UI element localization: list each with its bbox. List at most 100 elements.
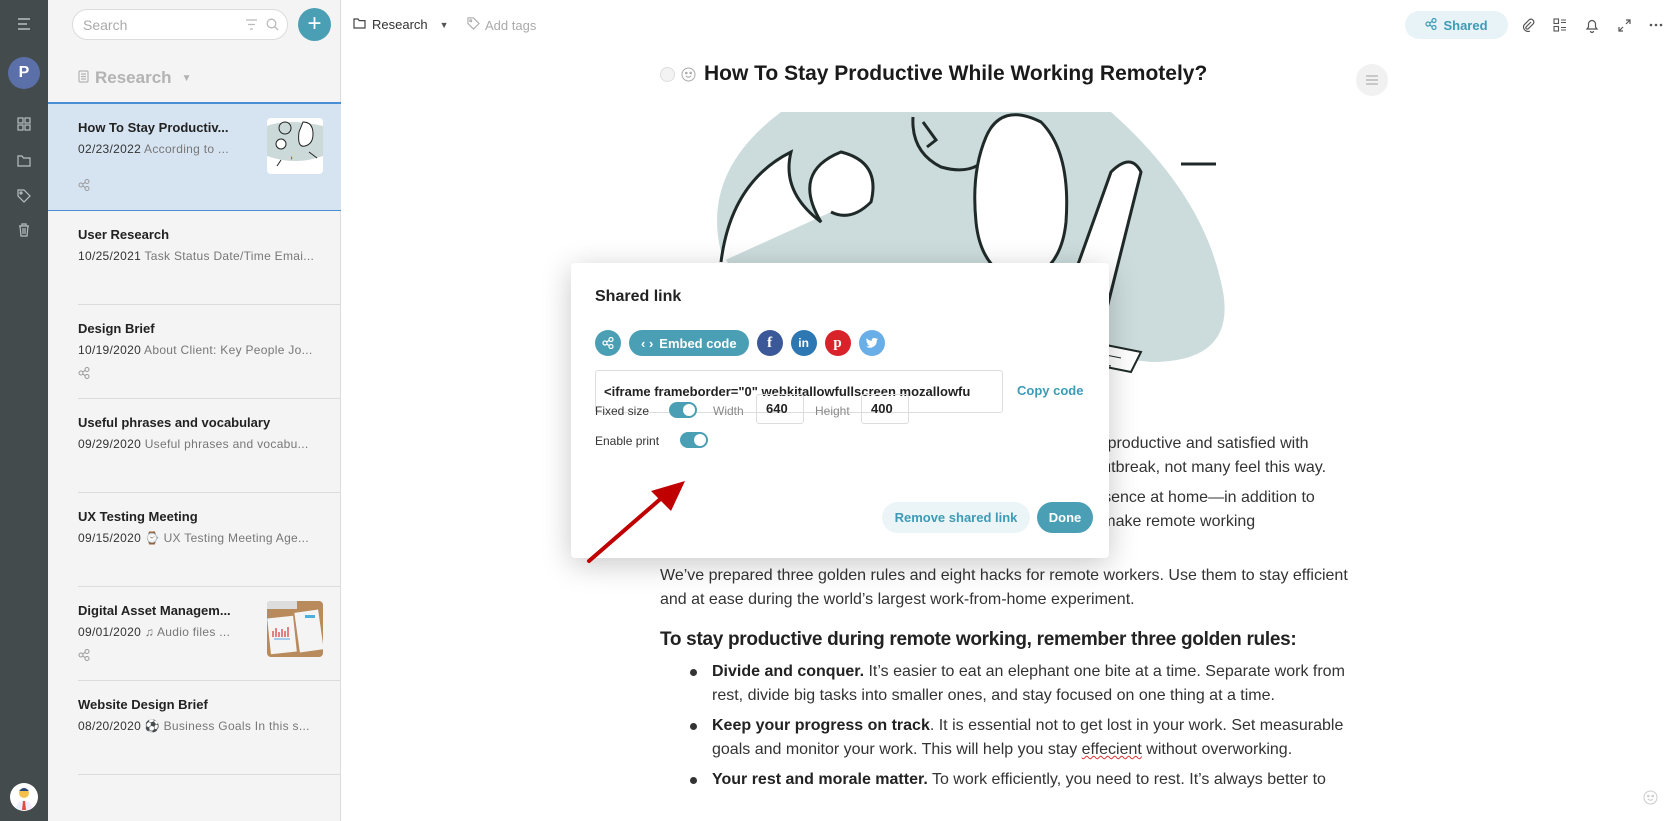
- note-item[interactable]: Website Design Brief 08/20/2020 ⚽ Busine…: [78, 681, 341, 775]
- search-icon[interactable]: [266, 18, 279, 31]
- notebook-title: Research: [95, 68, 172, 87]
- note-date: 08/20/2020: [78, 719, 142, 733]
- rule-title: Your rest and morale matter.: [712, 771, 928, 788]
- tag-icon: [467, 17, 480, 33]
- expand-icon[interactable]: [1615, 16, 1633, 34]
- shared-link-dialog: Shared link ‹ › Embed code f in p <ifram…: [571, 263, 1109, 558]
- note-item[interactable]: Digital Asset Managem... 09/01/2020 ♫ Au…: [78, 587, 341, 681]
- code-icon: ‹ ›: [641, 335, 654, 351]
- account-avatar[interactable]: P: [8, 57, 40, 89]
- note-title: UX Testing Meeting: [78, 509, 198, 524]
- search-input[interactable]: Search: [72, 9, 288, 40]
- shared-label: Shared: [1443, 17, 1488, 33]
- list-item: Your rest and morale matter. To work eff…: [690, 768, 1360, 792]
- note-snippet: 08/20/2020 ⚽ Business Goals In this s...: [78, 719, 328, 733]
- table-of-contents-button[interactable]: [1356, 64, 1388, 96]
- note-list: How To Stay Productiv... 02/23/2022 Acco…: [48, 102, 341, 775]
- note-preview: ♫ Audio files ...: [144, 625, 231, 639]
- caret-down-icon: ▼: [439, 19, 449, 30]
- twitter-icon[interactable]: [858, 330, 885, 356]
- note-item[interactable]: Useful phrases and vocabulary 09/29/2020…: [78, 399, 341, 493]
- note-date: 09/29/2020: [78, 437, 142, 451]
- fixed-size-toggle[interactable]: [669, 402, 697, 418]
- note-title: User Research: [78, 227, 170, 242]
- note-date: 09/01/2020: [78, 625, 142, 639]
- note-title: Website Design Brief: [78, 697, 208, 712]
- filter-icon[interactable]: [245, 19, 258, 30]
- shared-icon: [78, 367, 90, 382]
- status-circle-icon[interactable]: [660, 66, 675, 82]
- share-icon: [1425, 17, 1438, 33]
- left-rail: P: [0, 0, 48, 821]
- note-list-panel: Search + Research ▼ How To Stay Producti…: [48, 0, 341, 821]
- width-input[interactable]: 640: [756, 394, 804, 424]
- editor-toolbar: Research ▼ Add tags Shared: [341, 0, 1680, 50]
- note-title: Useful phrases and vocabulary: [78, 415, 271, 430]
- rule-title: Keep your progress on track: [712, 717, 930, 734]
- linkedin-icon[interactable]: in: [790, 330, 817, 356]
- shared-icon: [78, 179, 90, 194]
- folder-icon[interactable]: [14, 150, 34, 170]
- search-placeholder: Search: [83, 16, 128, 33]
- breadcrumb-notebook: Research: [372, 17, 428, 32]
- note-item[interactable]: How To Stay Productiv... 02/23/2022 Acco…: [48, 102, 341, 211]
- notebook-breadcrumb[interactable]: Research ▼: [353, 17, 449, 32]
- note-item[interactable]: UX Testing Meeting 09/15/2020 ⌚ UX Testi…: [78, 493, 341, 587]
- paragraph-2-line-1: presence at home—in addition to: [1080, 489, 1315, 506]
- note-preview: ⚽ Business Goals In this s...: [144, 719, 310, 733]
- emoji-icon[interactable]: [681, 67, 696, 82]
- embed-code-button[interactable]: ‹ › Embed code: [629, 330, 749, 356]
- note-snippet: 10/25/2021 Task Status Date/Time Emai...: [78, 249, 328, 263]
- embed-code-label: Embed code: [659, 335, 737, 351]
- done-button[interactable]: Done: [1037, 502, 1093, 533]
- spellcheck-word[interactable]: effecient: [1082, 741, 1142, 758]
- pinterest-icon[interactable]: p: [824, 330, 851, 356]
- caret-down-icon: ▼: [181, 72, 192, 84]
- note-item[interactable]: Design Brief 10/19/2020 About Client: Ke…: [78, 305, 341, 399]
- paragraph-1-line-1: ore productive and satisfied with: [1080, 435, 1309, 452]
- user-profile-avatar[interactable]: [10, 783, 38, 811]
- attachment-icon[interactable]: [1519, 16, 1537, 34]
- note-preview: According to ...: [144, 142, 229, 156]
- height-input[interactable]: 400: [861, 394, 909, 424]
- shared-button[interactable]: Shared: [1405, 11, 1508, 39]
- list-item: Keep your progress on track. It is essen…: [690, 714, 1360, 762]
- enable-print-toggle[interactable]: [680, 432, 708, 448]
- feedback-smiley-icon[interactable]: [1643, 790, 1658, 805]
- note-title: How To Stay Productiv...: [78, 120, 229, 135]
- document-header: How To Stay Productive While Working Rem…: [660, 62, 1360, 86]
- folder-icon: [353, 17, 366, 32]
- grid-icon[interactable]: [14, 114, 34, 134]
- notebook-selector[interactable]: Research ▼: [78, 68, 191, 88]
- share-link-icon[interactable]: [595, 330, 621, 356]
- fixed-size-label: Fixed size: [595, 404, 650, 418]
- note-snippet: 09/01/2020 ♫ Audio files ...: [78, 625, 246, 639]
- note-snippet: 09/29/2020 Useful phrases and vocabu...: [78, 437, 328, 451]
- remove-shared-link-button[interactable]: Remove shared link: [882, 502, 1030, 533]
- note-snippet: 09/15/2020 ⌚ UX Testing Meeting Age...: [78, 531, 328, 545]
- note-thumbnail: [267, 601, 323, 657]
- note-title: Digital Asset Managem...: [78, 603, 231, 618]
- trash-icon[interactable]: [14, 220, 34, 240]
- paragraph-3: We’ve prepared three golden rules and ei…: [660, 567, 1348, 608]
- share-options-row: ‹ › Embed code f in p: [595, 330, 885, 356]
- copy-code-button[interactable]: Copy code: [1017, 383, 1083, 398]
- app-window: P Search + Research ▼ How To Stay Produc…: [0, 0, 1680, 821]
- facebook-icon[interactable]: f: [756, 330, 783, 356]
- bell-icon[interactable]: [1583, 16, 1601, 34]
- note-date: 02/23/2022: [78, 142, 142, 156]
- outline-view-icon[interactable]: [1551, 16, 1569, 34]
- note-snippet: 10/19/2020 About Client: Key People Jo..…: [78, 343, 328, 357]
- menu-icon[interactable]: [14, 14, 34, 34]
- document-title[interactable]: How To Stay Productive While Working Rem…: [704, 62, 1207, 86]
- shared-icon: [78, 649, 90, 664]
- list-item: Divide and conquer. It’s easier to eat a…: [690, 660, 1360, 708]
- note-date: 09/15/2020: [78, 531, 142, 545]
- add-tags-button[interactable]: Add tags: [467, 17, 536, 33]
- note-preview: About Client: Key People Jo...: [144, 343, 313, 357]
- tag-icon[interactable]: [14, 186, 34, 206]
- note-item[interactable]: User Research 10/25/2021 Task Status Dat…: [78, 211, 341, 305]
- note-preview: Task Status Date/Time Emai...: [144, 249, 315, 263]
- new-note-button[interactable]: +: [298, 8, 331, 41]
- more-icon[interactable]: [1647, 16, 1665, 34]
